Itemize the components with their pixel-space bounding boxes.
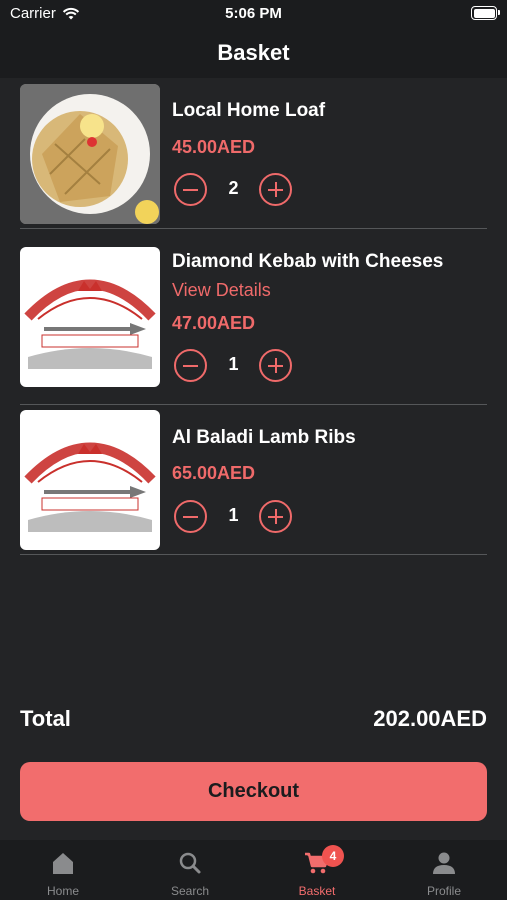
- tab-bar: Home Search 4 Basket Profile: [0, 840, 507, 900]
- item-name: Al Baladi Lamb Ribs: [172, 427, 356, 448]
- search-icon: [179, 852, 201, 874]
- tab-home[interactable]: Home: [0, 840, 126, 900]
- tab-label: Basket: [298, 884, 336, 898]
- item-price: 47.00AED: [172, 313, 256, 333]
- basket-item: Diamond Kebab with Cheeses View Details …: [20, 229, 487, 405]
- item-image[interactable]: [20, 410, 160, 550]
- tab-basket[interactable]: 4 Basket: [254, 840, 380, 900]
- quantity-stepper: 1: [172, 349, 302, 383]
- increase-quantity-button[interactable]: [259, 349, 292, 382]
- item-image[interactable]: [20, 84, 160, 224]
- quantity-value: 1: [228, 354, 239, 374]
- food-photo: [20, 84, 160, 224]
- tab-label: Profile: [426, 884, 461, 898]
- restaurant-logo: [24, 279, 156, 369]
- order-total: Total 202.00AED: [20, 706, 487, 736]
- clock: 5:06 PM: [225, 5, 282, 22]
- battery-icon: [471, 6, 500, 20]
- total-label: Total: [20, 706, 71, 731]
- home-icon: [53, 853, 73, 874]
- quantity-stepper: 1: [172, 500, 302, 534]
- increase-quantity-button[interactable]: [259, 173, 292, 206]
- restaurant-logo: [24, 442, 156, 532]
- tab-search[interactable]: Search: [127, 840, 253, 900]
- page-title: Basket: [217, 40, 290, 65]
- tab-label: Search: [170, 884, 210, 898]
- item-price: 45.00AED: [172, 137, 256, 157]
- item-price: 65.00AED: [172, 463, 256, 483]
- tab-label: Home: [46, 884, 79, 898]
- view-details-link[interactable]: View Details: [172, 280, 271, 301]
- decrease-quantity-button[interactable]: [174, 349, 207, 382]
- decrease-quantity-button[interactable]: [174, 500, 207, 533]
- basket-item: Al Baladi Lamb Ribs 65.00AED 1: [20, 405, 487, 555]
- checkout-button[interactable]: Checkout: [20, 762, 487, 821]
- item-name: Diamond Kebab with Cheeses: [172, 251, 444, 272]
- tab-profile[interactable]: Profile: [381, 840, 507, 900]
- item-image[interactable]: [20, 247, 160, 387]
- quantity-stepper: 2: [172, 173, 302, 207]
- quantity-value: 1: [228, 505, 239, 525]
- basket-item: Local Home Loaf 45.00AED 2: [20, 78, 487, 229]
- navigation-bar: Basket: [0, 28, 507, 78]
- increase-quantity-button[interactable]: [259, 500, 292, 533]
- total-value: 202.00AED: [373, 706, 487, 731]
- decrease-quantity-button[interactable]: [174, 173, 207, 206]
- quantity-value: 2: [228, 178, 239, 198]
- item-name: Local Home Loaf: [172, 100, 326, 121]
- cart-count-badge: 4: [322, 845, 344, 867]
- person-icon: [433, 852, 455, 874]
- status-bar: Carrier 5:06 PM: [0, 0, 507, 28]
